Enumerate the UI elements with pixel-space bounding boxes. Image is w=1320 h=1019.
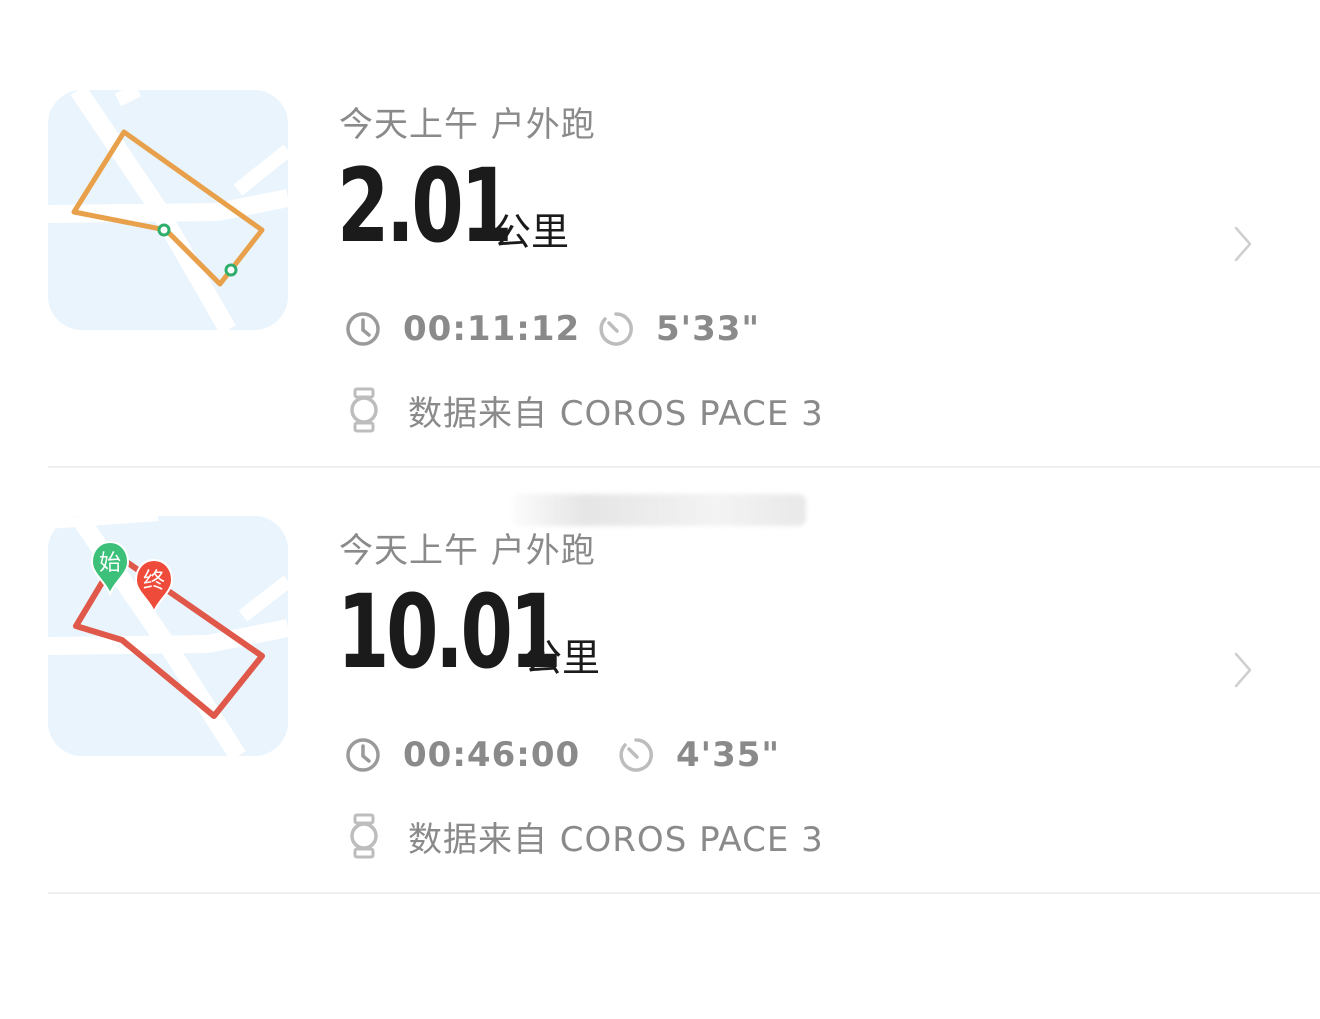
pace-stat: 5'33" (596, 307, 760, 351)
duration-value: 00:46:00 (403, 735, 581, 775)
watch-icon (350, 813, 378, 859)
route-map: 始 终 (48, 516, 288, 756)
distance-value: 2.01 (337, 147, 513, 266)
route-map-thumbnail: 始 终 (48, 516, 288, 756)
data-source-row: 数据来自 COROS PACE 3 (346, 387, 824, 434)
pace-value: 4'35" (676, 735, 781, 775)
start-marker-label: 始 (99, 551, 121, 576)
divider (48, 892, 1320, 894)
route-map-thumbnail (48, 90, 288, 330)
redacted-overlay (512, 494, 806, 526)
watch-icon (350, 387, 378, 433)
run-list: 今天上午 户外跑 2.01 公里 00:11:12 5'33" 数据来自 COR… (0, 0, 1320, 1019)
chevron-right-icon[interactable] (1232, 650, 1254, 690)
stopwatch-icon (599, 312, 633, 346)
stopwatch-icon (619, 738, 653, 772)
duration-stat: 00:46:00 (343, 733, 580, 777)
route-map (48, 90, 288, 330)
activity-title: 今天上午 户外跑 (339, 531, 596, 571)
data-source-text: 数据来自 COROS PACE 3 (408, 819, 824, 860)
activity-title: 今天上午 户外跑 (339, 105, 596, 145)
distance-row: 10.01 公里 (337, 578, 607, 688)
run-item[interactable]: 今天上午 户外跑 2.01 公里 00:11:12 5'33" 数据来自 COR… (0, 42, 1320, 468)
start-dot-icon (157, 223, 171, 237)
data-source-row: 数据来自 COROS PACE 3 (346, 813, 824, 860)
pace-stat: 4'35" (616, 733, 780, 777)
end-dot-icon (224, 263, 238, 277)
duration-stat: 00:11:12 (343, 307, 580, 351)
distance-row: 2.01 公里 (337, 147, 569, 266)
clock-icon (346, 312, 380, 346)
end-marker-label: 终 (143, 569, 165, 594)
run-item[interactable]: 始 终 今天上午 户外跑 10.01 公里 00:46:00 4'35" 数据来… (0, 468, 1320, 894)
distance-unit: 公里 (524, 636, 601, 680)
duration-value: 00:11:12 (403, 309, 581, 349)
pace-value: 5'33" (656, 309, 761, 349)
distance-unit: 公里 (493, 210, 570, 254)
chevron-right-icon[interactable] (1232, 224, 1254, 264)
clock-icon (346, 738, 380, 772)
data-source-text: 数据来自 COROS PACE 3 (408, 393, 824, 434)
